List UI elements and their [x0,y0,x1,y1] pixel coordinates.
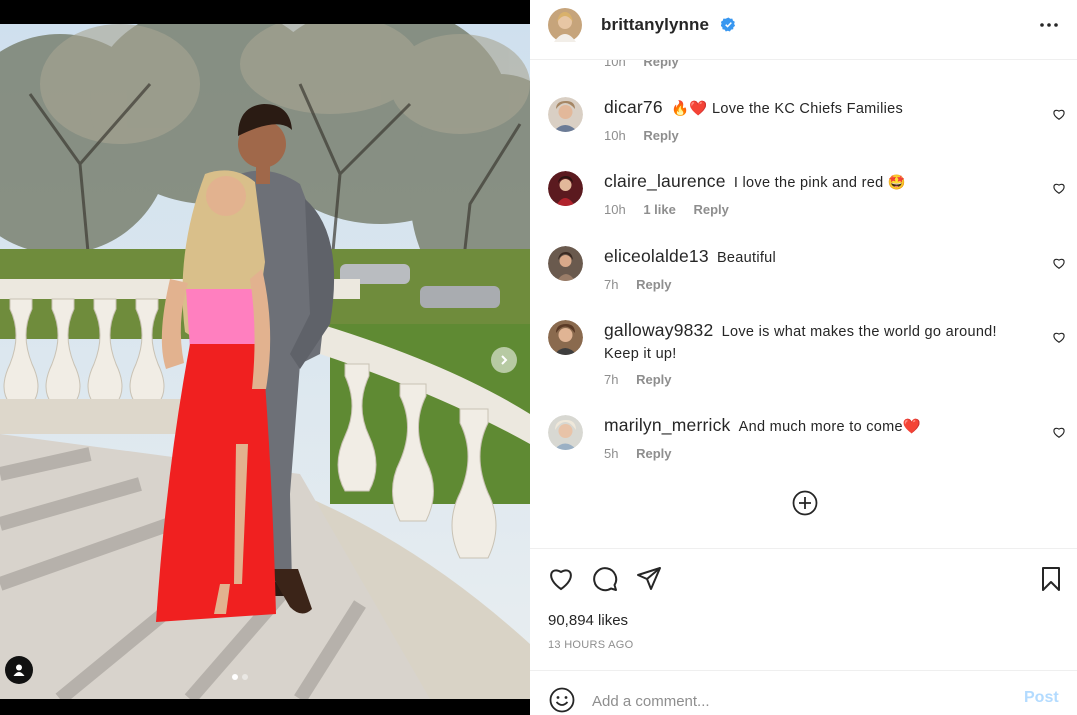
tagged-users-button[interactable] [5,656,33,684]
comment-composer: Post [530,670,1077,715]
user-tag-icon [13,664,25,676]
slide-dot [242,674,248,680]
comments-list[interactable]: 10h Reply dicar76 🔥❤️ Love the KC Chiefs… [530,60,1077,548]
reply-button[interactable]: Reply [643,60,678,69]
comment-body: galloway9832 Love is what makes the worl… [604,320,1009,365]
commenter-avatar[interactable] [548,246,583,281]
comment-body: claire_laurence I love the pink and red … [604,171,1009,194]
slide-indicator [232,674,248,680]
comment-meta: 5h Reply [604,446,686,461]
couple-photo-illustration [0,24,530,699]
post-media [0,0,530,715]
comment-meta: 7h Reply [604,277,686,292]
comment-text: And much more to come❤️ [738,419,922,435]
post-header: brittanylynne [530,0,1077,60]
comment-time: 7h [604,277,619,292]
reply-button[interactable]: Reply [636,446,671,461]
author-avatar[interactable] [548,8,582,42]
reply-button[interactable]: Reply [643,128,678,143]
comment-username[interactable]: galloway9832 [604,320,713,340]
bookmark-icon[interactable] [1038,566,1064,592]
next-arrow-icon [501,355,508,365]
comment-text: Beautiful [716,250,777,266]
comment-time: 10h [604,128,626,143]
comment-body: marilyn_merrick And much more to come❤️ [604,415,1009,438]
comment-input[interactable] [592,689,992,713]
comment-meta: 10h 1 like Reply [604,202,743,217]
comment-time: 7h [604,372,619,387]
post-actions: 90,894 likes 13 HOURS AGO [530,548,1077,670]
comment-body: dicar76 🔥❤️ Love the KC Chiefs Families [604,97,1009,120]
comment-text: 🔥❤️ Love the KC Chiefs Families [670,101,904,117]
comment-time: 10h [604,202,626,217]
comment-time: 5h [604,446,619,461]
post-comment-button[interactable]: Post [1024,689,1059,707]
load-more-comments-plus-circle-icon[interactable] [792,490,818,516]
post-panel: brittanylynne 10h Reply dicar76 🔥❤️ Love… [530,0,1077,715]
emoji-icon[interactable] [549,687,575,713]
commenter-avatar[interactable] [548,415,583,450]
commenter-avatar[interactable] [548,320,583,355]
comment-meta: 7h Reply [604,372,686,387]
comment-username[interactable]: dicar76 [604,97,663,117]
author-username[interactable]: brittanylynne [601,15,709,35]
post-timestamp: 13 HOURS AGO [548,639,634,651]
reply-button[interactable]: Reply [636,277,671,292]
partial-comment-meta: 10h Reply [604,60,679,69]
reply-button[interactable]: Reply [636,372,671,387]
comment-time: 10h [604,60,626,69]
slide-dot-active [232,674,238,680]
comment-text: I love the pink and red 🤩 [733,175,907,191]
comment-icon[interactable] [592,566,618,592]
like-comment-heart-icon[interactable] [1052,256,1066,270]
verified-badge-icon [721,17,736,32]
like-comment-heart-icon[interactable] [1052,181,1066,195]
likes-count[interactable]: 90,894 likes [548,612,628,629]
commenter-avatar[interactable] [548,97,583,132]
more-options-icon[interactable] [1038,15,1060,35]
comment-username[interactable]: claire_laurence [604,171,726,191]
share-icon[interactable] [636,566,662,592]
post-photo[interactable] [0,24,530,699]
like-heart-icon[interactable] [548,566,574,592]
like-comment-heart-icon[interactable] [1052,330,1066,344]
commenter-avatar[interactable] [548,171,583,206]
comment-username[interactable]: marilyn_merrick [604,415,730,435]
like-comment-heart-icon[interactable] [1052,425,1066,439]
like-comment-heart-icon[interactable] [1052,107,1066,121]
comment-like-count[interactable]: 1 like [643,202,676,217]
comment-username[interactable]: eliceolalde13 [604,246,709,266]
next-slide-button[interactable] [491,347,517,373]
comment-body: eliceolalde13 Beautiful [604,246,1009,269]
comment-meta: 10h Reply [604,128,693,143]
reply-button[interactable]: Reply [693,202,728,217]
